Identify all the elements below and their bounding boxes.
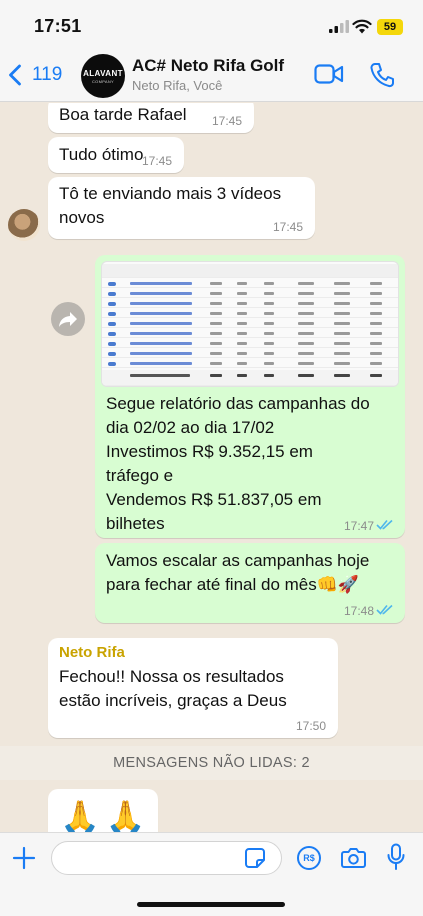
report-screenshot-image[interactable] bbox=[101, 261, 399, 387]
message-bubble[interactable]: Vamos escalar as campanhas hoje para fec… bbox=[95, 543, 405, 623]
message-bubble[interactable]: Tô te enviando mais 3 vídeos novos 17:45 bbox=[48, 177, 315, 239]
message-bubble[interactable]: Segue relatório das campanhas do dia 02/… bbox=[95, 255, 405, 538]
unread-messages-banner: MENSAGENS NÃO LIDAS: 2 bbox=[0, 746, 423, 780]
phone-icon[interactable] bbox=[370, 62, 394, 88]
video-call-icon[interactable] bbox=[314, 63, 344, 85]
message-bubble[interactable]: Neto Rifa Fechou!! Nossa os resultados e… bbox=[48, 638, 338, 738]
message-text: Fechou!! Nossa os resultados estão incrí… bbox=[59, 667, 287, 710]
message-time: 17:50 bbox=[295, 719, 326, 733]
message-text: Vamos escalar as campanhas hoje para fec… bbox=[106, 551, 370, 594]
composer-bar: R$ bbox=[0, 832, 423, 916]
home-indicator bbox=[137, 902, 285, 907]
message-bubble[interactable]: Boa tarde Rafael 17:45 bbox=[48, 103, 254, 133]
cellular-signal-icon bbox=[329, 20, 349, 33]
chat-subtitle: Neto Rifa, Você bbox=[132, 78, 223, 93]
microphone-icon[interactable] bbox=[387, 843, 405, 871]
message-time: 17:45 bbox=[211, 114, 242, 128]
back-button[interactable]: 119 bbox=[8, 60, 62, 90]
message-text: Segue relatório das campanhas do dia 02/… bbox=[106, 394, 370, 533]
message-time: 17:47 bbox=[343, 519, 374, 533]
sticker-icon[interactable] bbox=[244, 847, 266, 869]
message-bubble[interactable]: 🙏🙏 bbox=[48, 789, 158, 832]
chat-title[interactable]: AC# Neto Rifa Golf bbox=[132, 56, 284, 76]
avatar-logo-text: ALAVANT bbox=[83, 68, 123, 78]
status-time: 17:51 bbox=[34, 16, 82, 36]
emoji-message: 🙏🙏 bbox=[60, 799, 152, 832]
message-time: 17:48 bbox=[343, 604, 374, 618]
plus-icon[interactable] bbox=[12, 846, 36, 870]
message-time: 17:45 bbox=[141, 154, 172, 168]
forward-icon bbox=[59, 312, 77, 327]
wifi-icon bbox=[352, 19, 372, 34]
sender-avatar[interactable] bbox=[8, 209, 40, 241]
chat-header: 119 ALAVANT COMPANY AC# Neto Rifa Golf N… bbox=[0, 50, 423, 102]
payment-icon[interactable]: R$ bbox=[297, 846, 321, 870]
battery-indicator: 59 bbox=[377, 19, 403, 35]
sender-name[interactable]: Neto Rifa bbox=[59, 644, 338, 661]
unread-count: 119 bbox=[32, 64, 63, 85]
forward-button[interactable] bbox=[51, 302, 85, 336]
read-ticks-icon bbox=[376, 604, 393, 615]
camera-icon[interactable] bbox=[341, 847, 366, 868]
message-bubble[interactable]: Tudo ótimo 17:45 bbox=[48, 137, 184, 173]
chat-area[interactable]: Boa tarde Rafael 17:45 Tudo ótimo 17:45 … bbox=[0, 103, 423, 832]
group-avatar[interactable]: ALAVANT COMPANY bbox=[81, 54, 125, 98]
status-bar: 17:51 59 bbox=[0, 0, 423, 50]
back-chevron-icon bbox=[9, 64, 21, 86]
read-ticks-icon bbox=[376, 519, 393, 530]
avatar-logo-subtext: COMPANY bbox=[91, 78, 115, 84]
message-time: 17:45 bbox=[272, 220, 303, 234]
